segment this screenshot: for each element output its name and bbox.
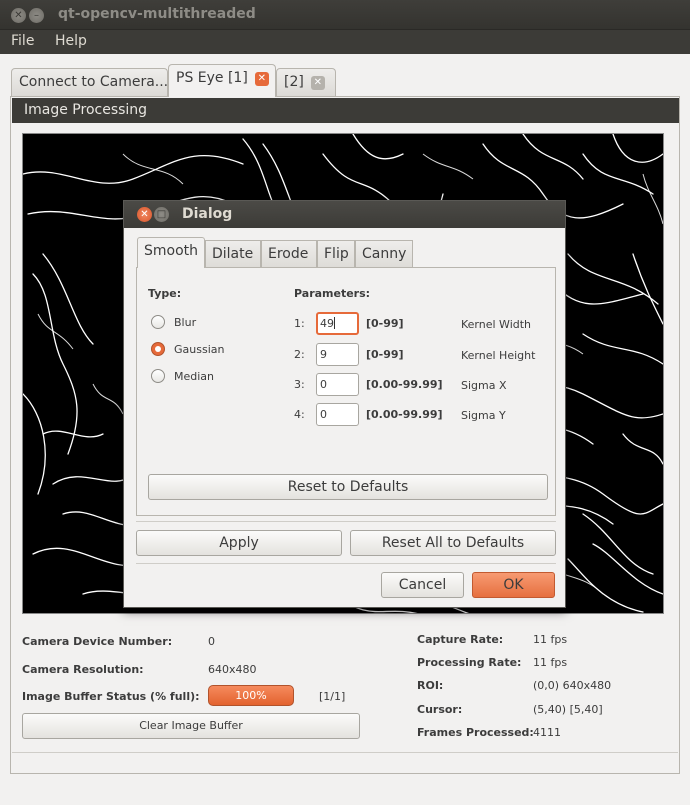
param-2-range: [0-99] <box>366 348 404 361</box>
tab-ps-eye[interactable]: PS Eye [1] ✕ <box>168 64 276 97</box>
param-3-range: [0.00-99.99] <box>366 378 443 391</box>
cursor-value: (5,40) [5,40] <box>533 703 603 716</box>
text-cursor <box>334 317 335 329</box>
capture-rate-label: Capture Rate: <box>417 633 504 646</box>
param-1-name: Kernel Width <box>461 318 532 331</box>
radio-gaussian-label[interactable]: Gaussian <box>174 343 224 356</box>
menu-bar: File Help <box>0 30 690 54</box>
image-buffer-progress-text: 100% <box>235 689 267 702</box>
cursor-label: Cursor: <box>417 703 463 716</box>
smooth-tab-pane: Type: Parameters: Blur Gaussian Median 1… <box>136 267 556 516</box>
kernel-width-input[interactable]: 49 <box>316 312 359 335</box>
dialog-separator <box>136 521 556 522</box>
ok-button[interactable]: OK <box>472 572 555 598</box>
tab-smooth[interactable]: Smooth <box>137 237 205 268</box>
dialog-title: Dialog <box>182 206 233 222</box>
close-window-button[interactable]: ✕ <box>11 8 26 23</box>
tab-erode-label: Erode <box>268 246 309 262</box>
param-4-number: 4: <box>294 408 305 421</box>
camera-resolution-label: Camera Resolution: <box>22 663 144 676</box>
apply-label: Apply <box>219 535 259 551</box>
title-bar: ✕ – qt-opencv-multithreaded <box>0 0 690 30</box>
kernel-width-value: 49 <box>320 317 334 330</box>
param-2-name: Kernel Height <box>461 349 536 362</box>
tab-erode[interactable]: Erode <box>261 240 317 267</box>
apply-button[interactable]: Apply <box>136 530 342 556</box>
type-label: Type: <box>148 287 182 300</box>
tab-smooth-label: Smooth <box>144 243 199 259</box>
cancel-button[interactable]: Cancel <box>381 572 464 598</box>
tab-dilate[interactable]: Dilate <box>205 240 261 267</box>
menu-file[interactable]: File <box>11 33 34 49</box>
capture-rate-value: 11 fps <box>533 633 568 646</box>
sigma-x-input[interactable]: 0 <box>316 373 359 396</box>
radio-blur-label[interactable]: Blur <box>174 316 196 329</box>
reset-all-to-defaults-button[interactable]: Reset All to Defaults <box>350 530 556 556</box>
tab-ps-eye-label: PS Eye [1] <box>176 70 248 86</box>
image-buffer-progress-bar: 100% <box>208 685 294 706</box>
radio-gaussian[interactable] <box>151 342 165 356</box>
camera-device-number-value: 0 <box>208 635 215 648</box>
tab-flip[interactable]: Flip <box>317 240 355 267</box>
param-2-number: 2: <box>294 348 305 361</box>
ok-label: OK <box>503 577 524 593</box>
image-processing-dialog: ✕ □ Dialog Smooth Dilate Erode Flip Cann… <box>123 200 566 608</box>
reset-all-to-defaults-label: Reset All to Defaults <box>381 535 525 551</box>
tab-canny[interactable]: Canny <box>355 240 413 267</box>
sigma-y-input[interactable]: 0 <box>316 403 359 426</box>
minimize-window-button[interactable]: – <box>29 8 44 23</box>
dialog-close-button[interactable]: ✕ <box>137 207 152 222</box>
clear-image-buffer-button[interactable]: Clear Image Buffer <box>22 713 360 739</box>
tab-dilate-label: Dilate <box>212 246 254 262</box>
radio-median[interactable] <box>151 369 165 383</box>
tab-canny-label: Canny <box>362 246 407 262</box>
dialog-title-bar[interactable]: ✕ □ Dialog <box>124 201 565 228</box>
kernel-height-value: 9 <box>320 348 327 361</box>
status-separator <box>12 752 678 753</box>
frames-processed-label: Frames Processed: <box>417 726 534 739</box>
radio-blur[interactable] <box>151 315 165 329</box>
tab-flip-label: Flip <box>324 246 349 262</box>
camera-device-number-label: Camera Device Number: <box>22 635 173 648</box>
menu-help[interactable]: Help <box>55 33 87 49</box>
clear-image-buffer-label: Clear Image Buffer <box>139 719 243 732</box>
param-4-range: [0.00-99.99] <box>366 408 443 421</box>
sigma-y-value: 0 <box>320 408 327 421</box>
param-1-number: 1: <box>294 317 305 330</box>
sigma-x-value: 0 <box>320 378 327 391</box>
close-tab-icon[interactable]: ✕ <box>254 72 269 86</box>
window-title: qt-opencv-multithreaded <box>58 6 256 22</box>
image-buffer-count: [1/1] <box>319 690 346 703</box>
reset-to-defaults-button[interactable]: Reset to Defaults <box>148 474 548 500</box>
close-tab-icon[interactable]: ✕ <box>310 76 325 90</box>
dialog-separator-2 <box>136 563 556 564</box>
image-buffer-status-label: Image Buffer Status (% full): <box>22 690 200 703</box>
tab-connect-to-camera[interactable]: Connect to Camera... <box>11 68 168 96</box>
param-1-range: [0-99] <box>366 317 404 330</box>
param-4-name: Sigma Y <box>461 409 506 422</box>
tab-second-label: [2] <box>284 74 304 90</box>
reset-to-defaults-label: Reset to Defaults <box>287 479 409 495</box>
frames-processed-value: 4111 <box>533 726 561 739</box>
dialog-maximize-button[interactable]: □ <box>154 207 169 222</box>
image-processing-title: Image Processing <box>24 102 148 118</box>
parameters-label: Parameters: <box>294 287 371 300</box>
processing-rate-label: Processing Rate: <box>417 656 522 669</box>
param-3-name: Sigma X <box>461 379 507 392</box>
roi-value: (0,0) 640x480 <box>533 679 612 692</box>
tab-second[interactable]: [2] ✕ <box>276 68 336 96</box>
tab-connect-label: Connect to Camera... <box>19 74 169 90</box>
processing-rate-value: 11 fps <box>533 656 568 669</box>
radio-median-label[interactable]: Median <box>174 370 214 383</box>
param-3-number: 3: <box>294 378 305 391</box>
kernel-height-input[interactable]: 9 <box>316 343 359 366</box>
cancel-label: Cancel <box>398 577 447 593</box>
roi-label: ROI: <box>417 679 444 692</box>
camera-resolution-value: 640x480 <box>208 663 257 676</box>
image-processing-bar[interactable]: Image Processing <box>12 98 679 123</box>
